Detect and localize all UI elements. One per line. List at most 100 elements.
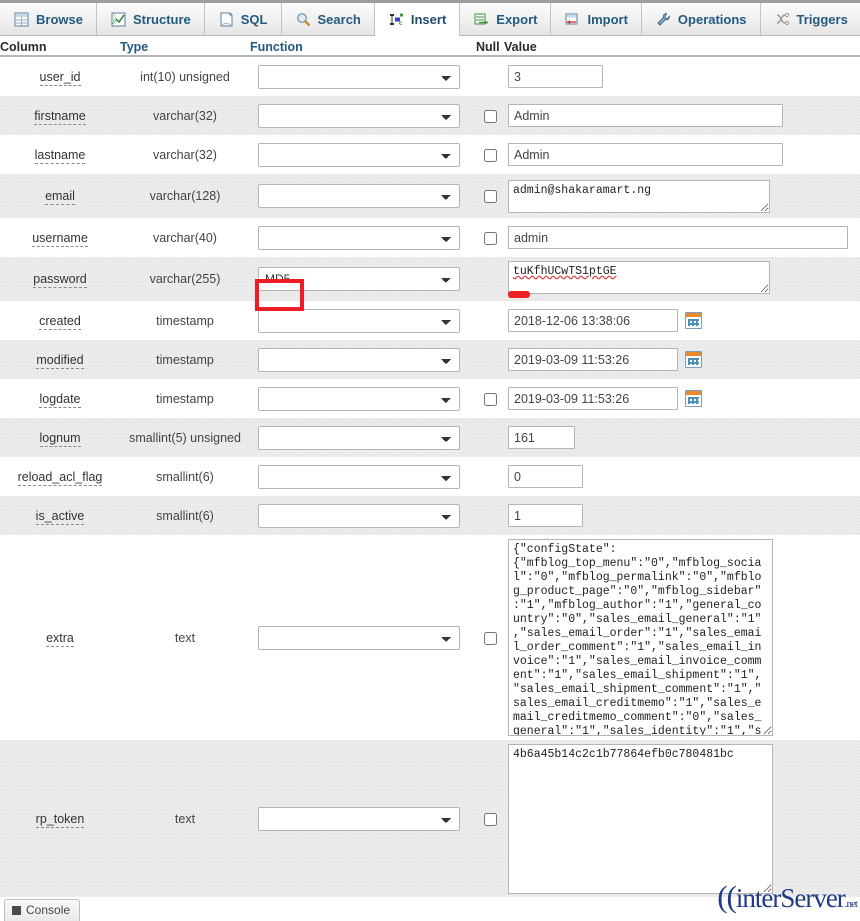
value-textarea-rp_token[interactable]: 4b6a45b14c2c1b77864efb0c780481bc	[508, 744, 773, 894]
tab-import[interactable]: Import	[551, 3, 641, 35]
column-name-rp_token[interactable]: rp_token	[0, 812, 120, 826]
tab-browse[interactable]: Browse	[0, 3, 97, 35]
value-textarea-email[interactable]: admin@shakaramart.ng	[508, 180, 770, 213]
header-function: Function	[250, 40, 476, 55]
value-input-reload_acl_flag[interactable]	[508, 465, 583, 488]
null-checkbox-rp_token[interactable]	[484, 813, 497, 826]
function-select-is_active[interactable]	[258, 504, 460, 528]
value-input-logdate[interactable]	[508, 387, 678, 410]
svg-text:c: c	[399, 21, 403, 27]
function-select-logdate[interactable]	[258, 387, 460, 411]
value-cell-extra: {"configState": {"mfblog_top_menu":"0","…	[504, 539, 860, 736]
function-select-username[interactable]	[258, 226, 460, 250]
function-select-extra[interactable]	[258, 626, 460, 650]
function-select-rp_token[interactable]	[258, 807, 460, 831]
column-name-lastname[interactable]: lastname	[0, 148, 120, 162]
insert-row-extra: extratext{"configState": {"mfblog_top_me…	[0, 535, 860, 740]
column-name-username[interactable]: username	[0, 231, 120, 245]
value-input-user_id[interactable]	[508, 65, 603, 88]
value-cell-firstname	[504, 104, 860, 127]
function-select-created[interactable]	[258, 309, 460, 333]
column-type-lastname: varchar(32)	[120, 148, 250, 162]
calendar-icon[interactable]	[685, 312, 702, 329]
value-cell-lognum	[504, 426, 860, 449]
function-select-modified[interactable]	[258, 348, 460, 372]
column-type-modified: timestamp	[120, 353, 250, 367]
column-name-label: extra	[46, 631, 74, 647]
column-name-extra[interactable]: extra	[0, 631, 120, 645]
column-name-firstname[interactable]: firstname	[0, 109, 120, 123]
tab-operations[interactable]: Operations	[642, 3, 761, 35]
function-cell-is_active	[250, 504, 476, 528]
column-name-label: email	[45, 189, 75, 205]
value-cell-username	[504, 226, 860, 249]
function-select-reload_acl_flag[interactable]	[258, 465, 460, 489]
null-checkbox-email[interactable]	[484, 190, 497, 203]
function-select-firstname[interactable]	[258, 104, 460, 128]
value-textarea-extra[interactable]: {"configState": {"mfblog_top_menu":"0","…	[508, 539, 773, 736]
value-input-created[interactable]	[508, 309, 678, 332]
tab-sql[interactable]: SQL	[205, 3, 282, 35]
function-select-lastname[interactable]	[258, 143, 460, 167]
column-name-modified[interactable]: modified	[0, 353, 120, 367]
tab-search[interactable]: Search	[282, 3, 375, 35]
insert-row-icon: c	[388, 11, 405, 28]
insert-form-grid: user_id int(10) unsigned firstname varchar(…	[0, 57, 860, 897]
console-button[interactable]: Console	[4, 899, 80, 921]
value-input-lognum[interactable]	[508, 426, 575, 449]
null-checkbox-firstname[interactable]	[484, 110, 497, 123]
column-name-created[interactable]: created	[0, 314, 120, 328]
column-name-logdate[interactable]: logdate	[0, 392, 120, 406]
function-select-lognum[interactable]	[258, 426, 460, 450]
column-name-email[interactable]: email	[0, 189, 120, 203]
null-checkbox-username[interactable]	[484, 232, 497, 245]
column-name-label: rp_token	[36, 812, 85, 828]
insert-row-created: createdtimestamp	[0, 301, 860, 340]
tab-label: Search	[318, 12, 361, 27]
header-value: Value	[504, 40, 860, 55]
value-cell-reload_acl_flag	[504, 465, 860, 488]
value-cell-rp_token: 4b6a45b14c2c1b77864efb0c780481bc	[504, 744, 860, 894]
column-name-label: modified	[36, 353, 83, 369]
calendar-icon[interactable]	[685, 351, 702, 368]
magnifier-icon	[295, 11, 312, 28]
column-name-reload_acl_flag[interactable]: reload_acl_flag	[0, 470, 120, 484]
null-checkbox-lastname[interactable]	[484, 149, 497, 162]
insert-row-password: passwordvarchar(255)MD5tuKfhUCwTS1ptGEtu…	[0, 257, 860, 301]
value-input-is_active[interactable]	[508, 504, 583, 527]
null-cell-email	[476, 189, 504, 203]
column-name-password[interactable]: password	[0, 272, 120, 286]
function-cell-lastname	[250, 143, 476, 167]
column-name-label: user_id	[40, 70, 81, 86]
value-input-username[interactable]	[508, 226, 848, 249]
function-cell-email	[250, 184, 476, 208]
null-checkbox-logdate[interactable]	[484, 393, 497, 406]
tab-insert[interactable]: cInsert	[375, 3, 460, 36]
triggers-icon	[774, 11, 791, 28]
column-name-lognum[interactable]: lognum	[0, 431, 120, 445]
value-cell-lastname	[504, 143, 860, 166]
function-select-email[interactable]	[258, 184, 460, 208]
value-textarea-password[interactable]: tuKfhUCwTS1ptGE	[508, 261, 770, 294]
tab-structure[interactable]: Structure	[97, 3, 205, 35]
function-select-user_id[interactable]	[258, 65, 460, 89]
tab-label: Import	[587, 12, 627, 27]
null-cell-logdate	[476, 391, 504, 405]
function-select-password[interactable]: MD5	[258, 267, 460, 291]
null-cell-rp_token	[476, 811, 504, 825]
tab-export[interactable]: Export	[460, 3, 551, 35]
value-input-lastname[interactable]	[508, 143, 783, 166]
column-type-user_id: int(10) unsigned	[120, 70, 250, 84]
column-name-is_active[interactable]: is_active	[0, 509, 120, 523]
value-input-modified[interactable]	[508, 348, 678, 371]
value-cell-password: tuKfhUCwTS1ptGEtuKfhUCwTS1ptGE	[504, 261, 860, 297]
column-name-user_id[interactable]: user_id	[0, 70, 120, 84]
null-checkbox-extra[interactable]	[484, 632, 497, 645]
value-input-firstname[interactable]	[508, 104, 783, 127]
column-name-label: lastname	[35, 148, 86, 164]
tab-triggers[interactable]: Triggers	[761, 3, 860, 35]
column-type-is_active: smallint(6)	[120, 509, 250, 523]
value-cell-logdate	[504, 387, 860, 410]
column-type-lognum: smallint(5) unsigned	[120, 431, 250, 445]
calendar-icon[interactable]	[685, 390, 702, 407]
